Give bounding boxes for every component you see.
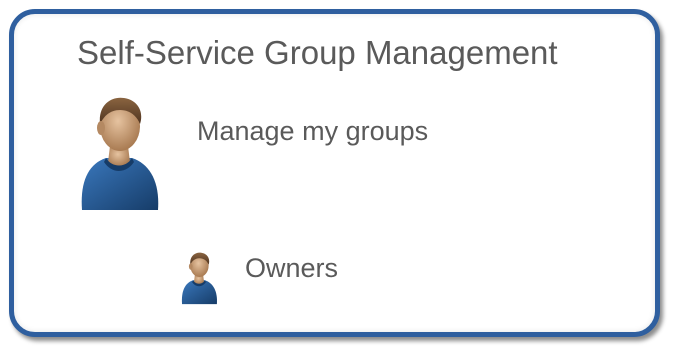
owners-link[interactable]: Owners — [245, 253, 338, 284]
user-icon[interactable] — [178, 250, 220, 305]
panel-title: Self-Service Group Management — [77, 34, 558, 71]
user-icon[interactable] — [76, 92, 162, 212]
manage-my-groups-link[interactable]: Manage my groups — [197, 116, 428, 147]
